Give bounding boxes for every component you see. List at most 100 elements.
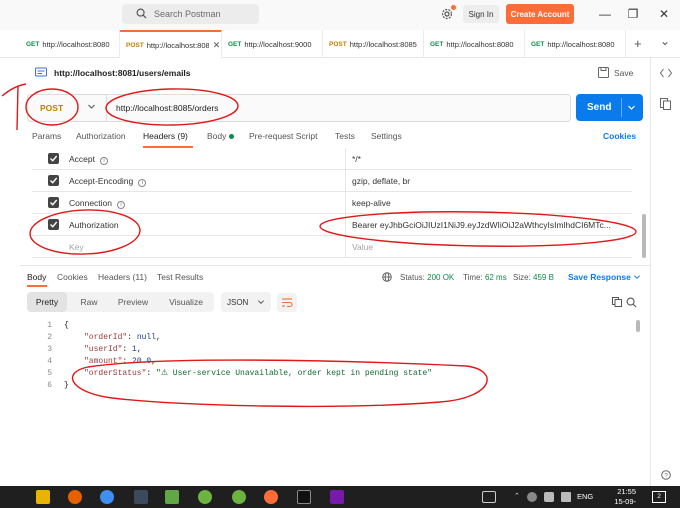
- tab-request-2[interactable]: POST http://localhost:8085 ✕: [120, 30, 222, 58]
- firefox-icon[interactable]: [68, 490, 82, 504]
- tab-headers[interactable]: Headers (9): [143, 131, 188, 141]
- file-explorer-icon[interactable]: [36, 490, 50, 504]
- tab-body[interactable]: Body: [207, 131, 226, 141]
- maximize-button[interactable]: ❐: [626, 7, 640, 21]
- notification-center-button[interactable]: 2: [652, 491, 666, 503]
- tab-request-6[interactable]: GET http://localhost:8080: [525, 30, 626, 58]
- tab-request-1[interactable]: GET http://localhost:8080: [20, 30, 120, 58]
- create-account-button[interactable]: Create Account: [506, 4, 574, 24]
- header-checkbox[interactable]: [48, 175, 59, 186]
- view-preview-button[interactable]: Preview: [111, 292, 155, 312]
- header-key[interactable]: Connection i: [69, 198, 126, 209]
- scrollbar[interactable]: [636, 320, 640, 332]
- header-checkbox[interactable]: [48, 153, 59, 164]
- chevron-up-icon[interactable]: ⌃: [514, 492, 520, 500]
- notepad-icon[interactable]: [165, 490, 179, 504]
- search-icon[interactable]: [626, 297, 637, 308]
- help-icon[interactable]: ?: [661, 470, 671, 480]
- time-indicator[interactable]: Time: 62 ms: [463, 273, 507, 282]
- tab-settings[interactable]: Settings: [371, 131, 402, 141]
- wrap-lines-button[interactable]: [277, 293, 297, 312]
- json-punct: ,: [156, 333, 161, 342]
- code-icon[interactable]: [660, 68, 672, 78]
- tab-label: http://localhost:8085: [349, 39, 417, 49]
- chrome-icon[interactable]: [100, 490, 114, 504]
- info-icon[interactable]: i: [117, 201, 126, 209]
- column-divider: [345, 148, 346, 169]
- globe-icon[interactable]: [382, 272, 392, 282]
- battery-icon[interactable]: [544, 492, 554, 502]
- chevron-down-icon[interactable]: [627, 103, 636, 112]
- tab-menu-button[interactable]: ⌄: [660, 34, 670, 48]
- request-name[interactable]: http://localhost:8081/users/emails: [54, 68, 191, 78]
- size-indicator[interactable]: Size: 459 B: [513, 273, 554, 282]
- response-body-editor[interactable]: 1 { 2 "orderId": null, 3 "userId": 1, 4 "amo…: [20, 318, 640, 398]
- terminal-icon[interactable]: [297, 490, 311, 504]
- response-tab-test-results[interactable]: Test Results: [157, 272, 203, 282]
- tab-strip: GET http://localhost:8080 POST http://loca…: [0, 30, 680, 58]
- volume-icon[interactable]: [561, 492, 571, 502]
- header-value[interactable]: keep-alive: [352, 198, 622, 208]
- save-icon[interactable]: [598, 67, 609, 78]
- tab-authorization[interactable]: Authorization: [76, 131, 126, 141]
- tab-request-5[interactable]: GET http://localhost:8080: [424, 30, 525, 58]
- header-checkbox[interactable]: [48, 219, 59, 230]
- minimize-button[interactable]: —: [598, 7, 612, 21]
- new-tab-button[interactable]: +: [634, 36, 642, 51]
- tab-request-4[interactable]: POST http://localhost:8085: [323, 30, 424, 58]
- language-indicator[interactable]: ENG: [577, 492, 593, 501]
- view-raw-button[interactable]: Raw: [71, 292, 107, 312]
- network-icon[interactable]: [527, 492, 537, 502]
- header-value[interactable]: gzip, deflate, br: [352, 176, 622, 186]
- taskbar: ⌃ ENG 21:5515-09-2025 2: [0, 486, 680, 508]
- status-indicator[interactable]: Status: 200 OK: [400, 273, 454, 282]
- table-row: Connection i keep-alive: [32, 192, 632, 214]
- header-key[interactable]: Accept i: [69, 154, 108, 165]
- url-value: http://localhost:8085/orders: [116, 103, 219, 113]
- line-number: 6: [47, 381, 52, 390]
- info-icon[interactable]: i: [138, 179, 147, 187]
- tray-icon[interactable]: [482, 491, 496, 503]
- tab-request-3[interactable]: GET http://localhost:9000: [222, 30, 323, 58]
- save-button[interactable]: Save: [614, 68, 633, 78]
- onenote-icon[interactable]: [330, 490, 344, 504]
- header-key[interactable]: Authorization: [69, 220, 119, 230]
- tab-params[interactable]: Params: [32, 131, 61, 141]
- tab-method: GET: [228, 40, 242, 48]
- clock[interactable]: 21:5515-09-2025: [604, 487, 636, 508]
- clock-time: 21:55: [617, 487, 636, 496]
- documentation-icon[interactable]: [660, 98, 671, 110]
- spring-tool-icon[interactable]: [232, 490, 246, 504]
- size-value: 459 B: [533, 273, 554, 282]
- header-value-input[interactable]: Value: [352, 242, 622, 252]
- tab-tests[interactable]: Tests: [335, 131, 355, 141]
- format-select[interactable]: JSON: [221, 292, 271, 312]
- tab-pre-request-script[interactable]: Pre-request Script: [249, 131, 318, 141]
- close-window-button[interactable]: ✕: [657, 7, 671, 21]
- calculator-icon[interactable]: [134, 490, 148, 504]
- view-pretty-button[interactable]: Pretty: [27, 292, 67, 312]
- spring-tool-icon[interactable]: [198, 490, 212, 504]
- response-tab-body[interactable]: Body: [27, 272, 46, 282]
- info-icon[interactable]: i: [100, 157, 108, 165]
- view-visualize-button[interactable]: Visualize: [161, 292, 211, 312]
- header-key[interactable]: Accept-Encoding i: [69, 176, 147, 187]
- save-response-button[interactable]: Save Response: [568, 272, 641, 282]
- postman-icon[interactable]: [264, 490, 278, 504]
- sign-in-button[interactable]: Sign In: [463, 5, 499, 23]
- close-icon[interactable]: ✕: [213, 40, 221, 51]
- column-divider: [345, 170, 346, 191]
- header-value[interactable]: Bearer eyJhbGciOiJIUzI1NiJ9.eyJzdWIiOiJ2…: [352, 220, 622, 230]
- header-value[interactable]: */*: [352, 154, 622, 164]
- search-input[interactable]: Search Postman: [122, 4, 259, 24]
- view-mode-group: Pretty Raw Preview Visualize: [27, 292, 214, 312]
- tab-method: GET: [531, 40, 545, 48]
- header-key-input[interactable]: Key: [69, 242, 84, 252]
- response-tab-headers[interactable]: Headers (11): [98, 272, 147, 282]
- scrollbar[interactable]: [642, 214, 646, 258]
- header-checkbox[interactable]: [48, 197, 59, 208]
- send-button[interactable]: Send: [576, 94, 643, 121]
- response-tab-cookies[interactable]: Cookies: [57, 272, 88, 282]
- copy-icon[interactable]: [612, 297, 622, 307]
- cookies-link[interactable]: Cookies: [603, 131, 636, 141]
